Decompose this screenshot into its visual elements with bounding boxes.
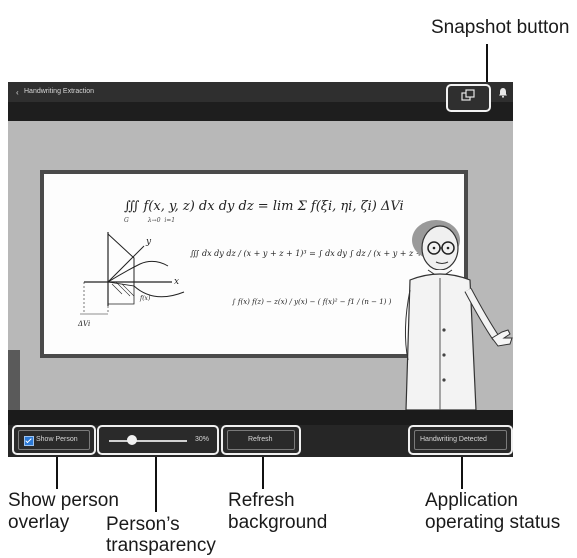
equation-1-sub: G λ→0 i=1 <box>124 217 175 224</box>
callout-status: Application operating status <box>425 490 560 534</box>
leader-status <box>461 457 463 489</box>
window-title: Handwriting Extraction <box>24 88 95 95</box>
graph-sketch <box>80 232 185 315</box>
status-label: Handwriting Detected <box>420 436 487 443</box>
lectern <box>8 350 20 410</box>
control-bar-strip <box>8 410 513 425</box>
callout-snapshot: Snapshot button <box>431 17 570 38</box>
transparency-slider-thumb[interactable] <box>127 435 138 445</box>
callout-refresh-line2: background <box>228 512 328 533</box>
status-indicator: Handwriting Detected <box>408 425 513 455</box>
app-window: ‹ Handwriting Extraction ∭ f(x, y, z) dx… <box>8 82 513 457</box>
axis-x-label: x <box>174 277 179 287</box>
control-bar: Show Person 30% Refresh Handwriting Dete… <box>8 410 513 457</box>
leader-refresh <box>262 457 264 489</box>
leader-snapshot <box>486 44 488 82</box>
bell-icon[interactable] <box>498 87 508 98</box>
callout-show-person-line2: overlay <box>8 512 70 533</box>
curve-label: f(x) <box>139 295 151 302</box>
callout-refresh-line1: Refresh <box>228 490 295 511</box>
show-person-checkbox[interactable] <box>24 436 34 446</box>
callout-status-line1: Application <box>425 490 518 511</box>
leader-show-person <box>56 457 58 489</box>
leader-transparency <box>155 457 157 512</box>
transparency-value: 30% <box>195 436 210 443</box>
callout-transparency-line2: transparency <box>106 535 216 556</box>
presenter-figure <box>404 220 513 410</box>
title-bar: ‹ Handwriting Extraction <box>8 82 513 102</box>
callout-transparency: Person’s transparency <box>106 514 216 556</box>
camera-icon <box>461 89 475 101</box>
callout-show-person-line1: Show person <box>8 490 119 511</box>
transparency-slider-group: 30% <box>97 425 219 455</box>
video-stage: ∭ f(x, y, z) dx dy dz = lim Σ f(ξi, ηi, … <box>8 121 513 410</box>
show-person-label: Show Person <box>36 436 78 443</box>
callout-show-person: Show person overlay <box>8 490 119 534</box>
toolbar-strip <box>8 102 513 121</box>
back-chevron-icon[interactable]: ‹ <box>16 88 19 97</box>
axis-y-label: y <box>145 237 152 247</box>
delta-label: ΔVi <box>77 320 90 328</box>
equation-3: ∫ f(x) f(z) − z(x) / y(x) − ( f(x)² − f1… <box>232 298 392 306</box>
callout-transparency-line1: Person’s <box>106 514 180 535</box>
equation-1: ∭ f(x, y, z) dx dy dz = lim Σ f(ξi, ηi, … <box>124 199 404 214</box>
screenshot-figure: { "callouts": { "snapshot": "Snapshot bu… <box>0 0 577 558</box>
transparency-slider-track[interactable] <box>109 440 187 442</box>
refresh-label: Refresh <box>248 436 273 443</box>
show-person-toggle[interactable]: Show Person <box>12 425 96 455</box>
refresh-button[interactable]: Refresh <box>221 425 301 455</box>
callout-status-line2: operating status <box>425 512 561 533</box>
callout-refresh: Refresh background <box>228 490 327 534</box>
snapshot-button[interactable] <box>446 84 491 112</box>
